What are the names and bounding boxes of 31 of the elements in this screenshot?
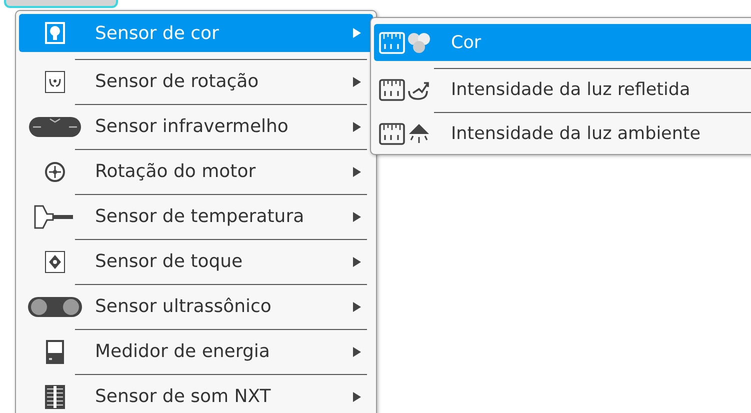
circles-icon	[407, 32, 431, 54]
submenu-arrow-icon	[353, 76, 361, 86]
menu-item[interactable]: Sensor de som NXT	[19, 374, 373, 413]
sound-sensor-icon	[44, 384, 66, 410]
reflect-icon	[407, 79, 431, 101]
submenu-arrow-icon	[353, 392, 361, 402]
menu-item[interactable]: Sensor infravermelho	[19, 104, 373, 149]
ruler-icon	[379, 79, 405, 101]
rotation-sensor-icon	[44, 70, 66, 94]
menu-item[interactable]: Sensor de toque	[19, 239, 373, 284]
submenu-arrow-icon	[353, 302, 361, 312]
menu-item[interactable]: Rotação do motor	[19, 149, 373, 194]
crosshair-icon	[44, 160, 66, 182]
bulb-icon	[44, 21, 66, 45]
submenu-arrow-icon	[353, 122, 361, 132]
menu-item[interactable]: Sensor de rotação	[19, 59, 373, 104]
submenu-arrow-icon	[353, 346, 361, 356]
menu-item[interactable]: Sensor ultrassônico	[19, 284, 373, 329]
lamp-icon	[407, 123, 431, 145]
infrared-sensor-icon	[28, 116, 82, 138]
menu-item[interactable]: Medidor de energia	[19, 329, 373, 374]
ultrasonic-sensor-icon	[27, 296, 83, 318]
ruler-icon	[379, 32, 405, 54]
submenu-arrow-icon	[353, 166, 361, 176]
touch-sensor-icon	[44, 250, 66, 274]
submenu-arrow-icon	[353, 28, 361, 38]
meter-icon	[45, 338, 65, 364]
ruler-icon	[379, 123, 405, 145]
menu-item[interactable]: Sensor de temperatura	[19, 194, 373, 239]
submenu-arrow-icon	[353, 212, 361, 222]
submenu-arrow-icon	[353, 256, 361, 266]
